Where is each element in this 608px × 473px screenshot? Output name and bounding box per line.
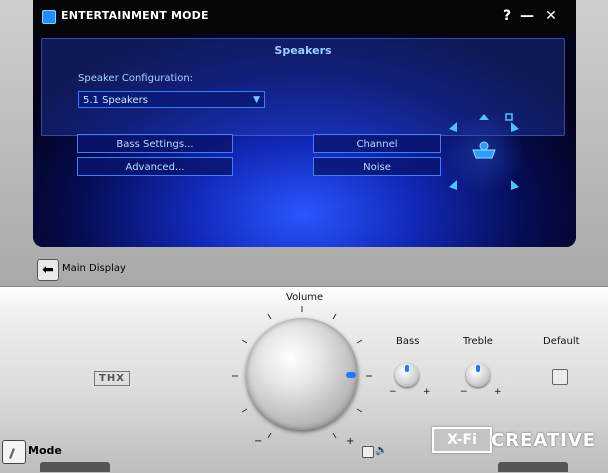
mode-icon: [9, 448, 15, 459]
treble-min-label: −: [460, 387, 468, 397]
volume-indicator: [346, 372, 356, 378]
treble-indicator: [476, 365, 480, 372]
right-foot: [498, 462, 568, 472]
entertainment-window: ENTERTAINMENT MODE ? — ✕ Speakers Speake…: [33, 0, 576, 247]
front-right-speaker-icon: [511, 122, 519, 132]
treble-max-label: +: [494, 387, 502, 397]
bass-indicator: [405, 365, 409, 372]
main-display-label: Main Display: [62, 263, 126, 274]
dropdown-arrow-icon: ▼: [253, 95, 260, 105]
noise-button[interactable]: Noise: [313, 157, 441, 176]
left-foot: [40, 462, 110, 472]
app-icon: [42, 10, 56, 24]
bass-label: Bass: [396, 336, 420, 347]
subwoofer-icon: [505, 113, 513, 121]
creative-logo: CREATIVE: [491, 430, 597, 451]
main-display-button[interactable]: ⬅: [37, 259, 59, 281]
speaker-volume-icon: 🔈: [375, 445, 388, 456]
xfi-logo: X-Fi: [432, 427, 492, 453]
default-button[interactable]: [552, 369, 568, 385]
speaker-layout-icons: [449, 113, 519, 190]
speaker-config-value: 5.1 Speakers: [83, 95, 148, 106]
volume-knob[interactable]: [246, 318, 358, 430]
volume-max-label: +: [346, 436, 355, 447]
treble-label: Treble: [463, 336, 493, 347]
bass-min-label: −: [389, 387, 397, 397]
front-left-speaker-icon: [449, 122, 457, 132]
mode-button[interactable]: [2, 440, 26, 464]
rear-right-speaker-icon: [511, 180, 519, 190]
listener-icon: [472, 149, 496, 159]
help-button[interactable]: ?: [499, 7, 515, 25]
arrow-left-icon: ⬅: [42, 262, 54, 278]
mute-button[interactable]: [362, 446, 374, 458]
rear-left-speaker-icon: [449, 180, 457, 190]
thx-logo: THX: [94, 371, 130, 386]
default-label: Default: [543, 336, 580, 347]
speaker-config-label: Speaker Configuration:: [78, 73, 194, 84]
mode-label: Mode: [28, 444, 62, 457]
channel-button[interactable]: Channel: [313, 134, 441, 153]
minimize-button[interactable]: —: [519, 7, 535, 25]
window-title: ENTERTAINMENT MODE: [61, 9, 209, 22]
speaker-config-select[interactable]: 5.1 Speakers ▼: [78, 91, 265, 108]
advanced-button[interactable]: Advanced...: [77, 157, 233, 176]
volume-min-label: −: [254, 436, 263, 447]
speakers-panel: Speakers Speaker Configuration: 5.1 Spea…: [33, 34, 576, 247]
speaker-layout-diagram: [445, 112, 523, 196]
bass-settings-button[interactable]: Bass Settings...: [77, 134, 233, 153]
bass-max-label: +: [423, 387, 431, 397]
section-title: Speakers: [274, 44, 332, 57]
title-bar: ENTERTAINMENT MODE ? — ✕: [33, 0, 576, 34]
close-button[interactable]: ✕: [543, 7, 559, 25]
front-center-speaker-icon: [479, 114, 489, 120]
